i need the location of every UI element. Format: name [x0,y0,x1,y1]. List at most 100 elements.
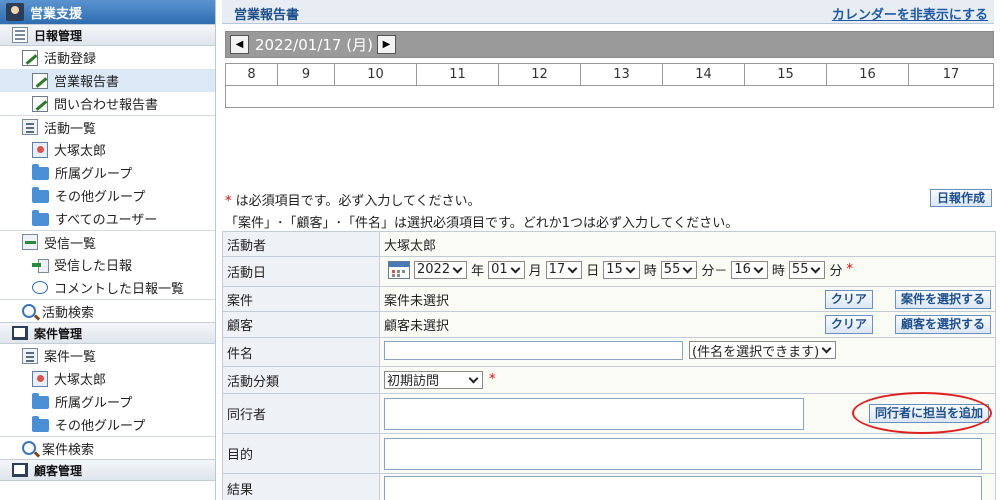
sidebar-item-label: 活動検索 [42,305,95,321]
chevron-down-icon [567,264,579,276]
list-icon [22,119,38,135]
user-icon [6,3,24,21]
person-icon [32,370,48,387]
section-nippo-label: 日報管理 [34,28,83,43]
select-anken-button[interactable]: 案件を選択する [894,290,991,309]
sidebar-item-anken-ichiran[interactable]: 案件一覧 [0,344,215,367]
mokuteki-textarea[interactable] [384,437,982,470]
sidebar-item-label: すべてのユーザー [55,213,158,228]
section-kokyaku[interactable]: 顧客管理 [0,459,215,481]
section-kokyaku-label: 顧客管理 [34,463,83,478]
day-select[interactable]: 17 [545,260,583,279]
section-anken[interactable]: 案件管理 [0,322,215,344]
sidebar-item-sonota[interactable]: その他グループ [0,184,215,207]
sidebar-item-katsudo-kensaku[interactable]: 活動検索 [0,299,215,322]
date-label: 活動日 [222,256,380,287]
select-required-notice: 「案件」･「顧客」･「件名」は選択必須項目です。どれか1つは必ず入力してください… [225,216,739,231]
form-row-bunrui: 活動分類 初期訪問 * [222,366,996,394]
form-row-kenmei: 件名 (件名を選択できます) [222,337,996,367]
kenmei-select[interactable]: (件名を選択できます) [689,341,837,360]
sidebar-item-comment[interactable]: コメントした日報一覧 [0,276,215,299]
sidebar-title-label: 営業支援 [30,6,83,22]
section-anken-label: 案件管理 [34,326,83,341]
sidebar-item-label: 大塚太郎 [54,144,107,159]
sidebar-item-eigyo-hokoku[interactable]: 営業報告書 [0,69,215,92]
sidebar-item-sonota[interactable]: その他グループ [0,413,215,436]
hour-label: 15 [745,64,827,85]
sidebar-item-label: その他グループ [55,190,146,205]
chevron-down-icon [468,374,480,386]
chevron-down-icon [452,264,464,276]
form-row-anken: 案件 案件未選択 クリア 案件を選択する [222,286,996,312]
minute-unit: 分－ [701,264,728,280]
toggle-calendar-link[interactable]: カレンダーを非表示にする [832,4,988,23]
sidebar-item-anken-kensaku[interactable]: 案件検索 [0,436,215,459]
sidebar-item-katsudo-toroku[interactable]: 活動登録 [0,46,215,69]
create-daily-report-button[interactable]: 日報作成 [929,189,992,207]
kekka-textarea[interactable] [384,475,982,500]
sidebar-item-shozoku[interactable]: 所属グループ [0,390,215,413]
calendar-icon[interactable] [388,260,410,279]
kokyaku-clear-button[interactable]: クリア [824,315,873,334]
start-hour-select[interactable]: 15 [603,260,640,279]
document-icon [12,463,28,477]
hour-label: 13 [581,64,663,85]
hour-label: 16 [827,64,909,85]
actor-label: 活動者 [222,231,380,257]
edit-icon [22,49,38,66]
year-select[interactable]: 2022 [414,260,468,279]
anken-label: 案件 [222,286,380,312]
sidebar-item-user[interactable]: 大塚太郎 [0,367,215,390]
hour-label: 14 [663,64,745,85]
sidebar-item-shozoku[interactable]: 所属グループ [0,161,215,184]
add-companion-button[interactable]: 同行者に担当を追加 [868,404,989,423]
start-minute-select[interactable]: 55 [660,260,698,279]
section-nippo[interactable]: 日報管理 [0,24,215,46]
kekka-value-cell [379,473,996,500]
hour-unit: 時 [643,264,657,280]
sidebar-item-jushin[interactable]: 受信一覧 [0,230,215,253]
kenmei-value-cell: (件名を選択できます) [379,337,996,367]
sidebar-item-toiawase[interactable]: 問い合わせ報告書 [0,92,215,115]
time-grid: 8 9 10 11 12 13 14 15 16 17 [225,63,994,108]
list-icon [22,347,38,364]
sidebar-item-label: 問い合わせ報告書 [54,98,159,113]
search-icon [22,441,36,455]
end-minute-select[interactable]: 55 [788,260,826,279]
form-row-actor: 活動者 大塚太郎 [222,231,996,257]
folder-icon [32,164,49,180]
next-day-button[interactable]: ▶ [376,35,396,54]
inbox-icon [22,234,38,250]
sidebar-item-user[interactable]: 大塚太郎 [0,138,215,161]
prev-day-button[interactable]: ◀ [230,35,249,54]
sidebar-item-katsudo-ichiran[interactable]: 活動一覧 [0,115,215,138]
kenmei-input[interactable] [384,340,683,360]
month-select[interactable]: 01 [488,260,525,279]
kokyaku-value: 顧客未選択 [384,319,450,334]
sidebar-item-jushin-nippo[interactable]: 受信した日報 [0,253,215,276]
anken-clear-button[interactable]: クリア [824,290,873,309]
folder-icon [32,210,49,226]
hour-label: 8 [226,64,278,85]
day-unit: 日 [586,264,600,280]
select-kokyaku-button[interactable]: 顧客を選択する [894,315,991,334]
chevron-down-icon [810,264,822,276]
sidebar-item-label: 大塚太郎 [54,373,107,388]
end-hour-select[interactable]: 16 [731,260,768,279]
minute-unit: 分 [829,264,843,280]
hour-label: 9 [278,64,335,85]
hour-label: 10 [335,64,417,85]
bunrui-label: 活動分類 [222,366,380,394]
folder-icon [32,187,49,203]
anken-value-cell: 案件未選択 クリア 案件を選択する [379,286,996,312]
required-notice: * は必須項目です。必ず入力してください。 [225,190,481,209]
anken-value: 案件未選択 [384,293,450,309]
doko-textarea[interactable] [384,397,804,430]
actor-value: 大塚太郎 [379,231,996,257]
year-unit: 年 [471,264,485,280]
sidebar-item-label: 所属グループ [55,167,133,182]
sidebar-item-label: 活動登録 [44,52,97,67]
sidebar-item-all-users[interactable]: すべてのユーザー [0,207,215,230]
kekka-label: 結果 [222,473,380,500]
bunrui-select[interactable]: 初期訪問 [384,370,483,389]
